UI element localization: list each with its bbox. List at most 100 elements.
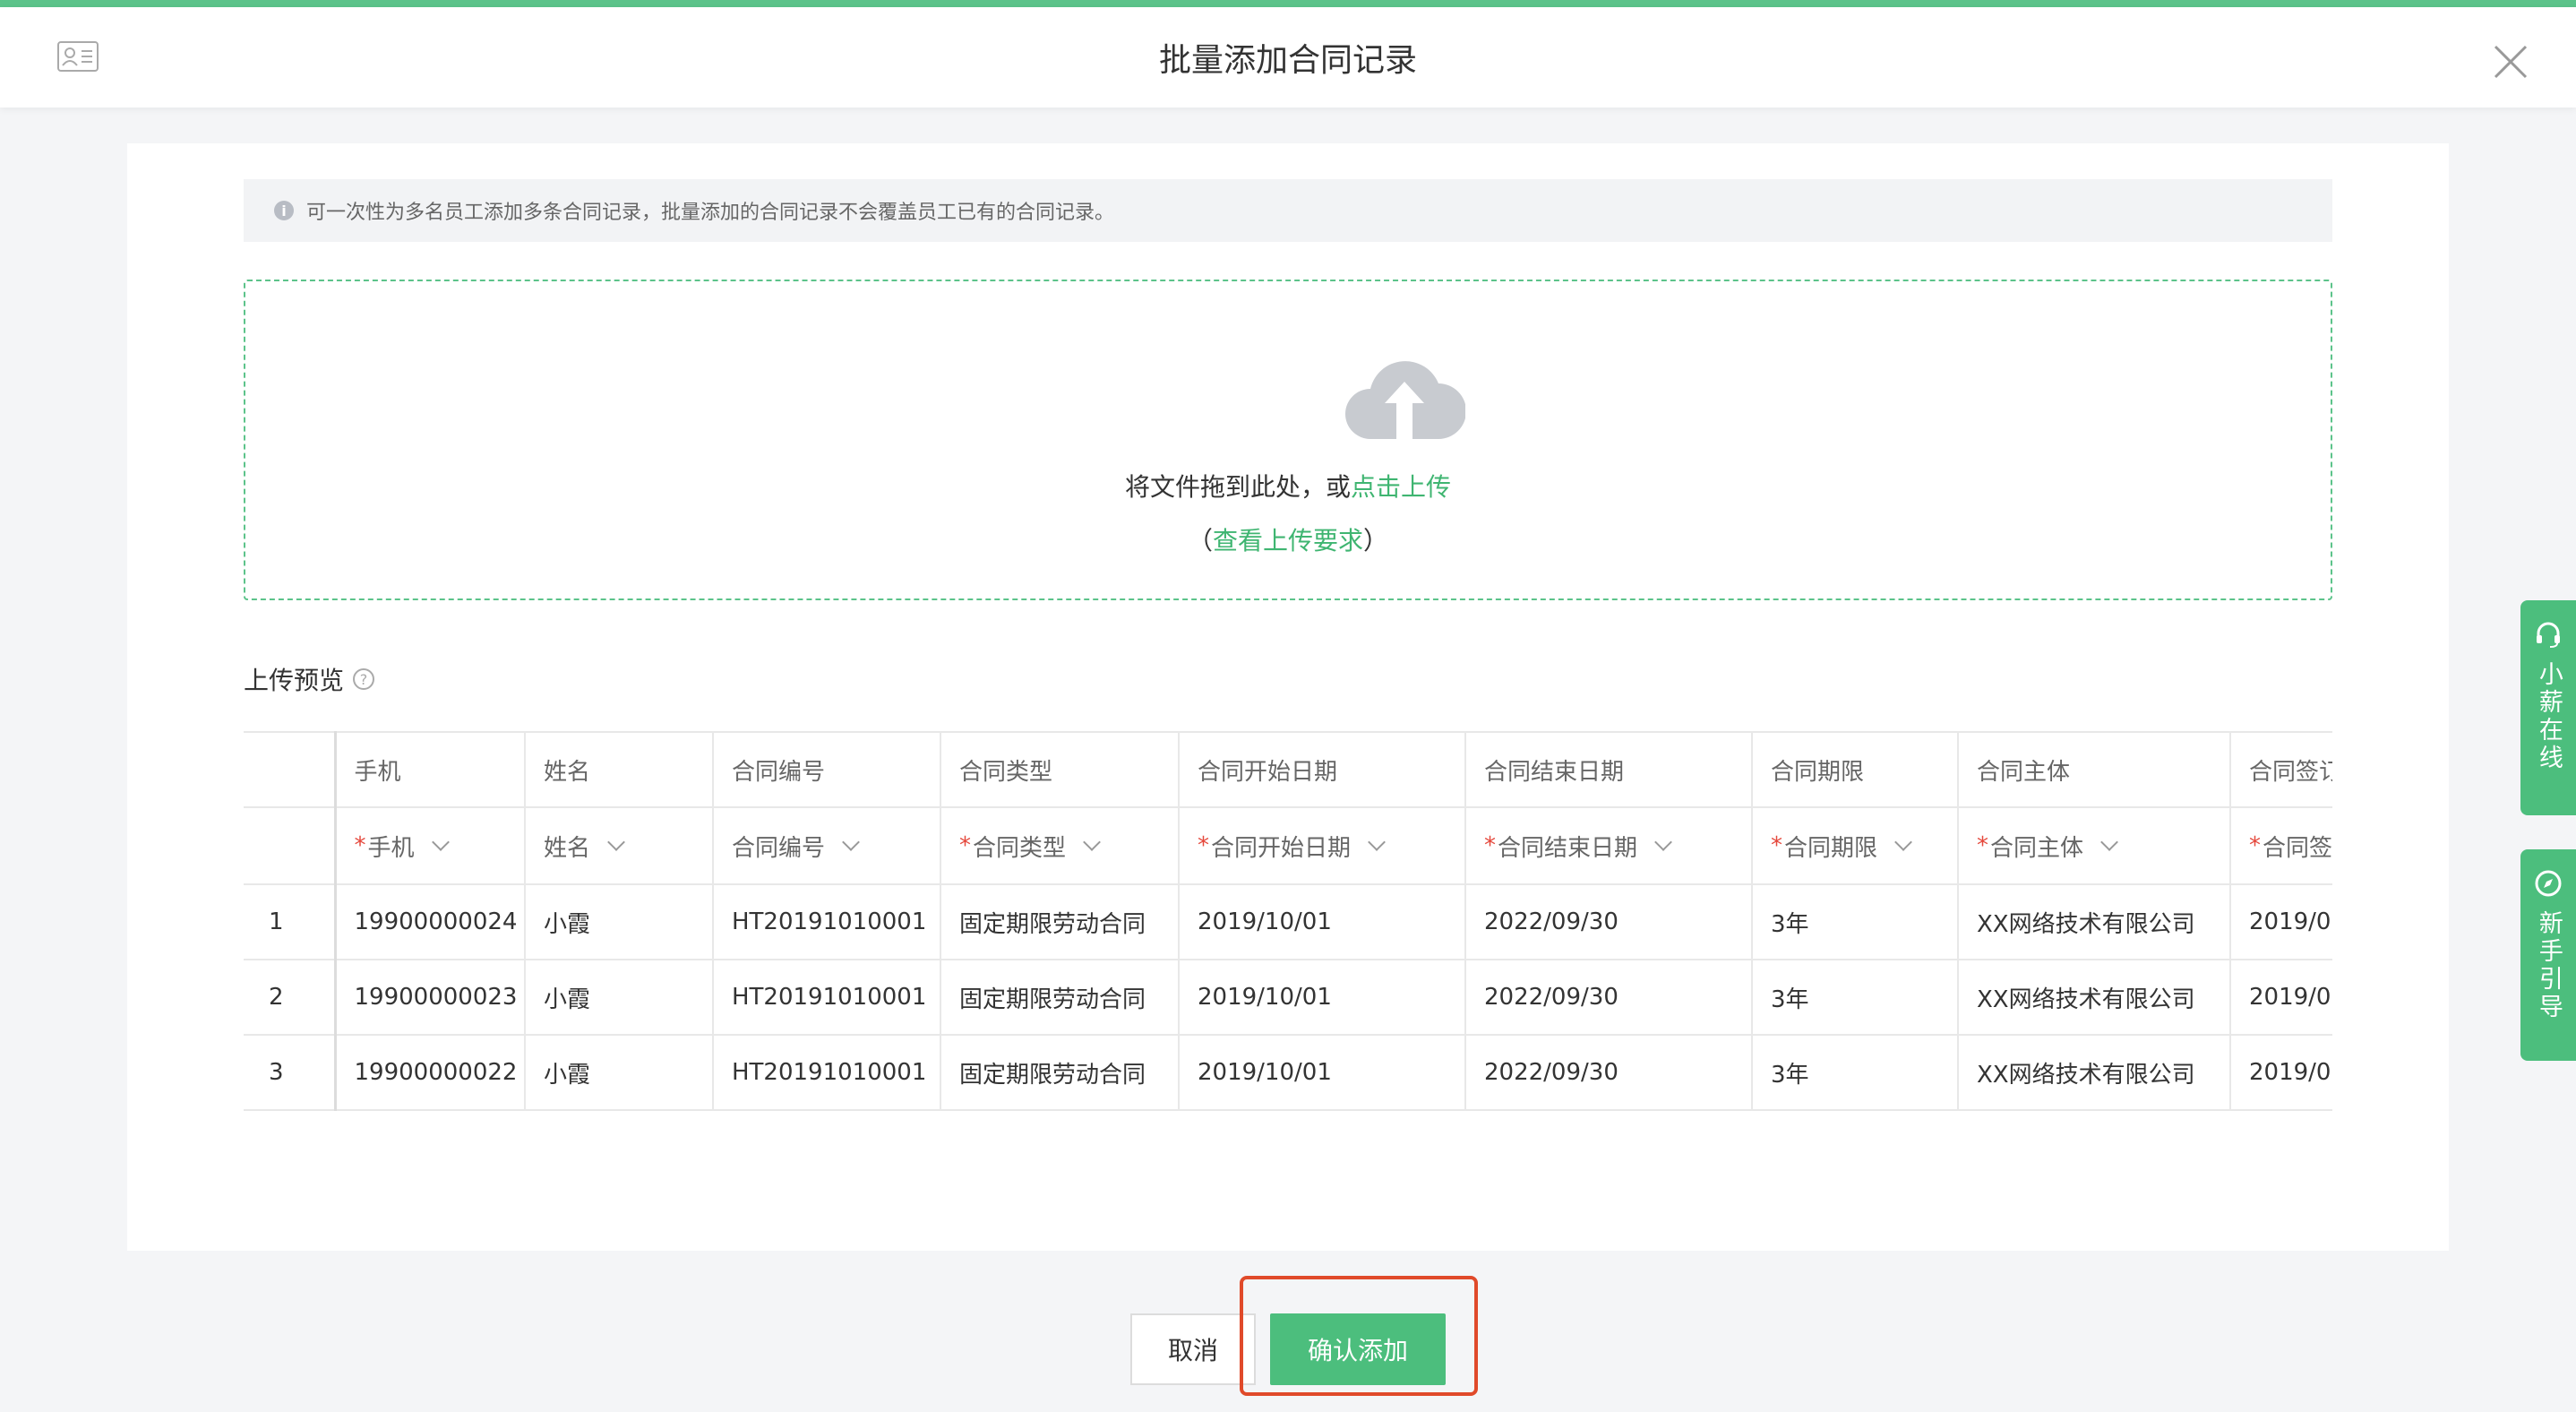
table-cell: 19900000024: [335, 884, 526, 960]
chevron-down-icon: [1894, 833, 1912, 851]
column-mapping-select[interactable]: * 合同结束日期: [1465, 807, 1753, 885]
mapping-select-content: * 合同类型: [959, 808, 1177, 882]
table-row: 3 19900000022 小霞 HT20191010001 固定期限劳动合同 2019/…: [244, 1035, 2332, 1111]
mapping-select-content: * 合同结束日期: [1484, 808, 1750, 882]
preview-label: 上传预览 ?: [244, 661, 375, 697]
table-row: 2 19900000023 小霞 HT20191010001 固定期限劳动合同 2019/…: [244, 960, 2332, 1036]
table-cell: 3年: [1752, 884, 1959, 960]
column-header: 合同期限: [1752, 731, 1959, 808]
side-tab-online-support[interactable]: 小薪在线: [2520, 600, 2576, 815]
cancel-button[interactable]: 取消: [1130, 1313, 1256, 1385]
chevron-down-icon: [607, 833, 625, 851]
column-header: 合同签订: [2230, 731, 2332, 808]
chevron-down-icon: [842, 833, 860, 851]
table-cell: 2019/09: [2230, 884, 2332, 960]
mapping-select-content: 姓名: [544, 808, 711, 882]
top-accent-bar: [0, 0, 2576, 7]
column-header: 合同开始日期: [1179, 731, 1466, 808]
mapping-label: 合同编号: [732, 834, 826, 862]
column-mapping-select[interactable]: * 合同类型: [940, 807, 1180, 885]
index-header: [244, 731, 337, 808]
click-upload-link[interactable]: 点击上传: [1351, 472, 1451, 502]
table-cell: 2019/10/01: [1179, 1035, 1466, 1111]
preview-label-text: 上传预览: [244, 666, 345, 695]
column-mapping-select[interactable]: * 手机: [335, 807, 526, 885]
chevron-down-icon: [431, 833, 450, 851]
help-icon[interactable]: ?: [353, 668, 375, 690]
side-tab-label: 新手引导: [2534, 910, 2563, 1021]
mapping-label: 合同期限: [1784, 834, 1878, 862]
required-asterisk: *: [1977, 832, 1988, 859]
required-asterisk: *: [1484, 832, 1496, 859]
content-panel: i 可一次性为多名员工添加多条合同记录，批量添加的合同记录不会覆盖员工已有的合同…: [127, 143, 2449, 1251]
mapping-label: 姓名: [544, 834, 591, 862]
table-cell: 3年: [1752, 960, 1959, 1036]
mapping-select-content: * 合同签: [2249, 808, 2332, 882]
column-header: 姓名: [525, 731, 714, 808]
drop-prompt-text: 将文件拖到此处，或: [1124, 472, 1351, 502]
table-cell: 2019/10/01: [1179, 884, 1466, 960]
mapping-label: 合同类型: [973, 834, 1067, 862]
chevron-down-icon: [1654, 833, 1672, 851]
table-cell: 固定期限劳动合同: [940, 1035, 1180, 1111]
upload-dropzone[interactable]: 将文件拖到此处，或点击上传 （查看上传要求）: [244, 280, 2332, 600]
table-cell: HT20191010001: [713, 884, 941, 960]
column-header: 合同主体: [1958, 731, 2231, 808]
mapping-label: 合同主体: [1990, 834, 2084, 862]
table-cell: 2022/09/30: [1465, 884, 1753, 960]
row-index: 3: [244, 1035, 337, 1111]
column-header: 合同编号: [713, 731, 941, 808]
column-header: 合同结束日期: [1465, 731, 1753, 808]
required-asterisk: *: [2249, 832, 2261, 859]
side-tab-label: 小薪在线: [2534, 661, 2563, 772]
table-header-row: 手机姓名合同编号合同类型合同开始日期合同结束日期合同期限合同主体合同签订: [244, 731, 2332, 808]
paren-close: ）: [1363, 526, 1389, 555]
column-mapping-select[interactable]: * 合同主体: [1958, 807, 2231, 885]
column-mapping-select[interactable]: 合同编号: [713, 807, 941, 885]
column-mapping-select[interactable]: * 合同期限: [1752, 807, 1959, 885]
view-requirements-link[interactable]: 查看上传要求: [1213, 526, 1363, 555]
table-cell: 2022/09/30: [1465, 960, 1753, 1036]
table-cell: 固定期限劳动合同: [940, 960, 1180, 1036]
required-asterisk: *: [959, 832, 971, 859]
column-mapping-select[interactable]: * 合同开始日期: [1179, 807, 1466, 885]
side-tab-new-user-guide[interactable]: 新手引导: [2520, 849, 2576, 1061]
chevron-down-icon: [1083, 833, 1101, 851]
table-cell: XX网络技术有限公司: [1958, 960, 2231, 1036]
index-header: [244, 807, 337, 885]
drop-prompt: 将文件拖到此处，或点击上传: [245, 468, 2331, 504]
mapping-select-content: * 手机: [354, 808, 524, 882]
row-index: 1: [244, 884, 337, 960]
mapping-label: 手机: [367, 834, 415, 862]
chevron-down-icon: [2100, 833, 2118, 851]
column-header: 合同类型: [940, 731, 1180, 808]
table-cell: XX网络技术有限公司: [1958, 1035, 2231, 1111]
dialog-header: 批量添加合同记录: [0, 7, 2576, 108]
table-cell: 小霞: [525, 960, 714, 1036]
info-text: 可一次性为多名员工添加多条合同记录，批量添加的合同记录不会覆盖员工已有的合同记录…: [306, 202, 1115, 224]
column-header: 手机: [335, 731, 526, 808]
preview-table: 手机姓名合同编号合同类型合同开始日期合同结束日期合同期限合同主体合同签订 *手机…: [244, 731, 2332, 1111]
mapping-select-content: * 合同主体: [1977, 808, 2228, 882]
table-cell: 固定期限劳动合同: [940, 884, 1180, 960]
info-icon: i: [274, 201, 294, 220]
table-cell: 小霞: [525, 1035, 714, 1111]
column-mapping-select[interactable]: 姓名: [525, 807, 714, 885]
mapping-label: 合同开始日期: [1211, 834, 1352, 862]
table-cell: XX网络技术有限公司: [1958, 884, 2231, 960]
row-index: 2: [244, 960, 337, 1036]
mapping-label: 合同结束日期: [1498, 834, 1638, 862]
dialog-title: 批量添加合同记录: [1158, 42, 1417, 79]
paren-open: （: [1187, 526, 1213, 555]
mapping-select-content: * 合同期限: [1771, 808, 1956, 882]
confirm-highlight-box: [1240, 1276, 1478, 1396]
mapping-select-content: * 合同开始日期: [1198, 808, 1464, 882]
column-mapping-select[interactable]: * 合同签: [2230, 807, 2332, 885]
required-asterisk: *: [354, 832, 366, 859]
close-icon[interactable]: [2492, 43, 2529, 81]
required-asterisk: *: [1771, 832, 1782, 859]
headset-icon: [2537, 622, 2560, 648]
table-cell: 2019/10/01: [1179, 960, 1466, 1036]
table-cell: 3年: [1752, 1035, 1959, 1111]
table-row: 1 19900000024 小霞 HT20191010001 固定期限劳动合同 2019/…: [244, 884, 2332, 960]
